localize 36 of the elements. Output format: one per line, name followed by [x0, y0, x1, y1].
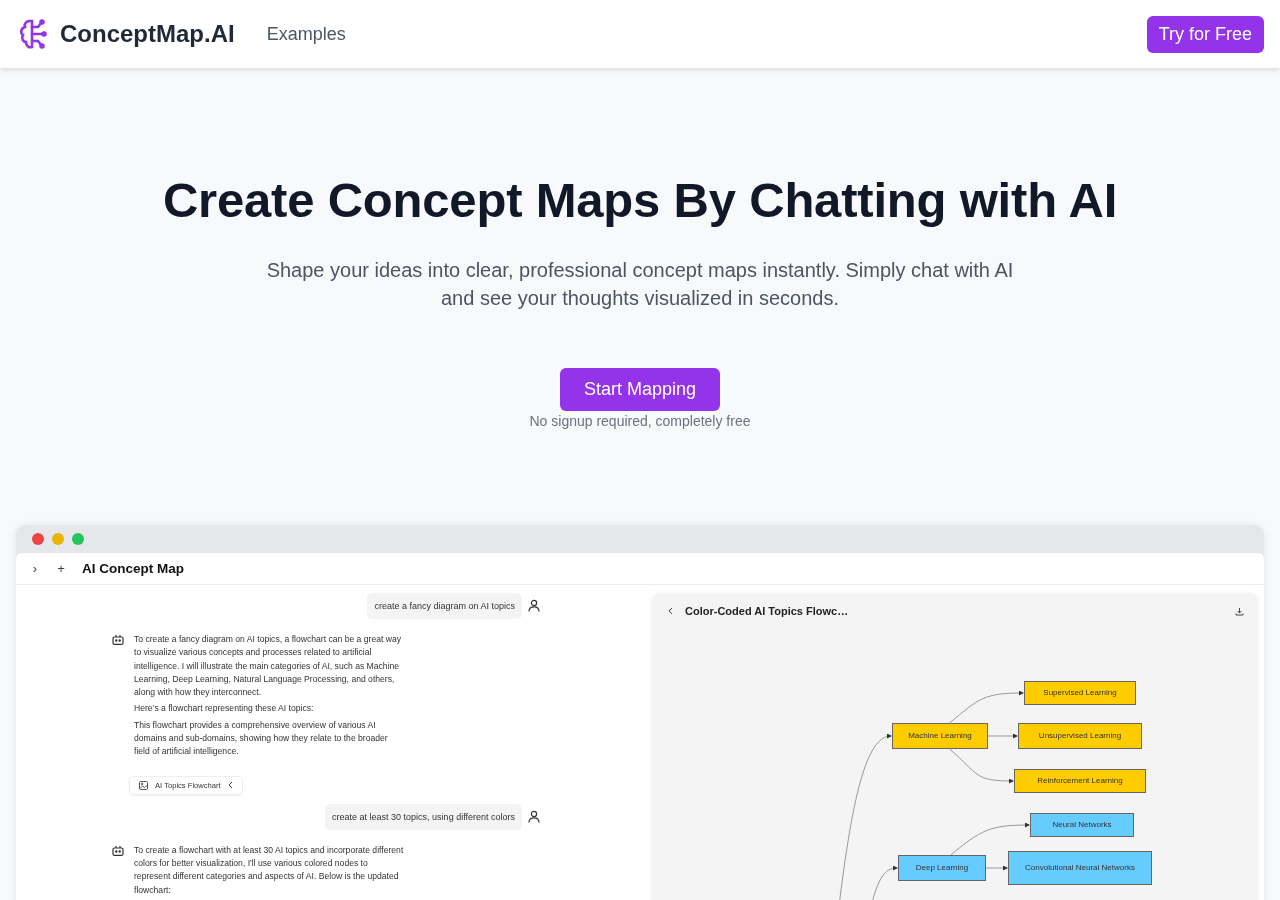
- flowchart-node: Unsupervised Learning: [1018, 723, 1142, 749]
- expand-button[interactable]: ›: [24, 561, 46, 576]
- robot-icon: [112, 844, 124, 856]
- flowchart-node: Deep Learning: [898, 855, 986, 881]
- assistant-paragraph: This flowchart provides a comprehensive overview of various AI domains and sub-domains, showing how they relate to the broader field of artificial intelligence.: [134, 718, 389, 759]
- download-icon[interactable]: [1235, 606, 1244, 616]
- assistant-paragraph: To create a flowchart with at least 30 AI topics and incorporate different colors for better visualization, I'll use various colored nodes to represent different categories and aspects of AI. Below is the updated flowchart:: [134, 843, 404, 897]
- flowchart-node: Reinforcement Learning: [1014, 769, 1146, 793]
- user-message: create a fancy diagram on AI topics: [367, 593, 522, 619]
- hero-title: Create Concept Maps By Chatting with AI: [162, 172, 1118, 228]
- user-message: create at least 30 topics, using different colors: [325, 803, 522, 830]
- flowchart-node: Neural Networks: [1030, 813, 1134, 837]
- edge-arrow: [985, 865, 1008, 871]
- assistant-paragraph: To create a fancy diagram on AI topics, a flowchart can be a great way to visualize various concepts and processes related to artificial intelligence. I will illustrate the main categories of AI, such as Machine Learning, Deep Learning, Natural Language Processing, and others, along with how they interconnect.: [134, 633, 403, 700]
- brand-name[interactable]: ConceptMap.AI: [60, 20, 235, 48]
- app-title: AI Concept Map: [82, 561, 184, 576]
- image-icon: [139, 780, 148, 790]
- flowchart-node: Supervised Learning: [1024, 681, 1136, 705]
- edge-arrow: [949, 748, 1014, 784]
- person-icon: [528, 809, 540, 823]
- chevron-left-icon: [227, 781, 233, 790]
- robot-icon: [112, 634, 124, 645]
- new-button[interactable]: +: [50, 561, 72, 576]
- window-controls-drawing: [32, 533, 84, 545]
- flowchart-node: Convolutional Neural Networks: [1008, 851, 1152, 885]
- diagram-title: Color-Coded AI Topics Flowc…: [685, 605, 849, 617]
- person-icon: [528, 599, 540, 612]
- assistant-paragraph: Here’s a flowchart representing these AI topics:: [134, 702, 315, 716]
- edge-arrow: [987, 733, 1018, 739]
- chevron-left-icon[interactable]: [668, 607, 673, 615]
- nav-link[interactable]: Examples: [266, 23, 346, 45]
- signup-note: No signup required, completely free: [529, 413, 751, 429]
- hero-subtitle: Shape your ideas into clear, professional concept maps instantly. Simply chat with AI and see your thoughts visualized in seconds.: [265, 258, 1015, 311]
- flowchart-node: Machine Learning: [892, 723, 988, 749]
- try-free-button[interactable]: Try for Free: [1146, 15, 1264, 53]
- start-mapping-button[interactable]: Start Mapping: [559, 368, 721, 411]
